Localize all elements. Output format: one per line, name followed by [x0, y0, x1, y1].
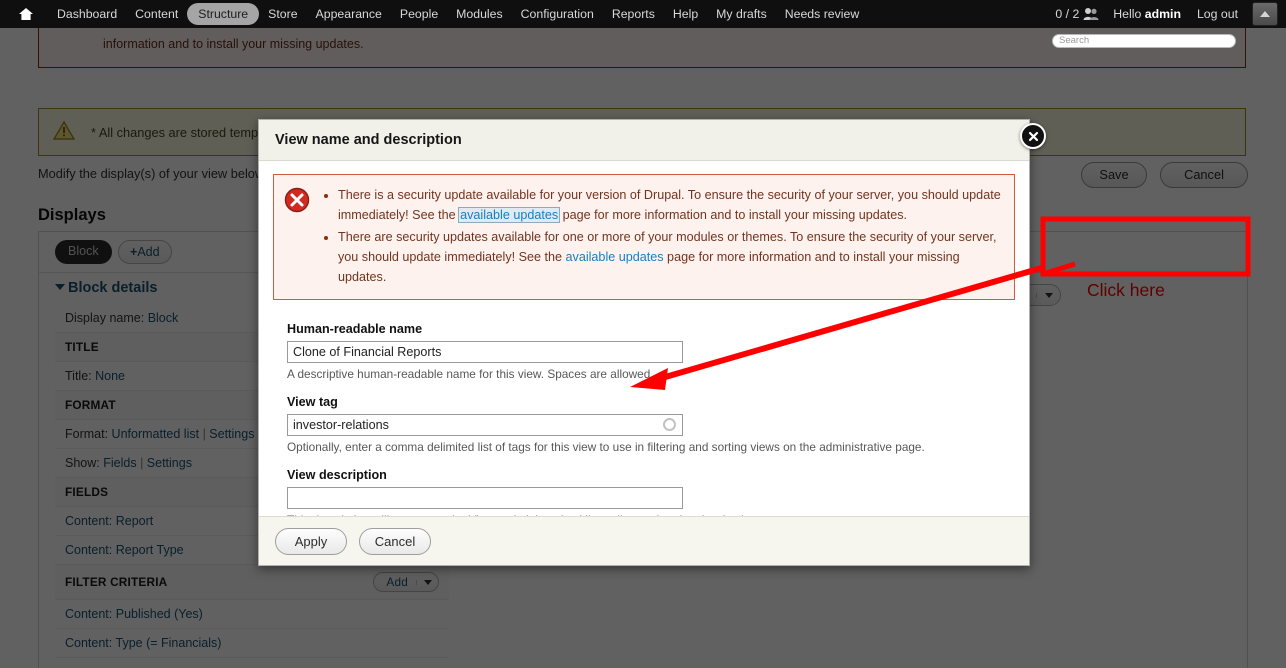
home-icon[interactable]	[18, 6, 34, 22]
close-icon[interactable]	[1020, 123, 1046, 149]
greeting: Hello admin	[1113, 7, 1181, 21]
admin-toolbar: Dashboard Content Structure Store Appear…	[0, 0, 1286, 28]
view-name-description-modal: View name and description The	[258, 119, 1046, 566]
username: admin	[1144, 7, 1181, 21]
human-readable-name-label: Human-readable name	[287, 322, 423, 336]
greeting-prefix: Hello	[1113, 7, 1145, 21]
toolbar-link-dashboard[interactable]: Dashboard	[48, 3, 126, 25]
screen-root: information and to install your missing …	[0, 0, 1286, 668]
security-message-0: There is a security update available for…	[338, 185, 1002, 225]
error-circle-icon	[284, 185, 310, 289]
view-name-form: Human-readable name A descriptive human-…	[273, 300, 1015, 527]
human-readable-name-description: A descriptive human-readable name for th…	[287, 367, 651, 381]
view-description-label: View description	[287, 468, 387, 482]
collapse-triangle-icon	[1260, 11, 1270, 17]
toolbar-link-content[interactable]: Content	[126, 3, 187, 25]
view-description-input[interactable]	[287, 487, 683, 509]
modal-cancel-button[interactable]: Cancel	[359, 527, 431, 555]
toolbar-link-my-drafts[interactable]: My drafts	[707, 3, 776, 25]
toolbar-collapse-button[interactable]	[1252, 2, 1278, 26]
modal-title-text: View name and description	[275, 132, 462, 148]
view-tag-input[interactable]	[287, 414, 683, 436]
autocomplete-throbber-icon	[663, 418, 676, 431]
user-count: 0 / 2	[1055, 7, 1080, 21]
people-icon	[1083, 7, 1099, 21]
search-input[interactable]	[1052, 33, 1236, 48]
security-message-1: There are security updates available for…	[338, 227, 1002, 287]
search-box	[1052, 30, 1236, 48]
security-messages-box: There is a security update available for…	[273, 174, 1015, 300]
toolbar-link-reports[interactable]: Reports	[603, 3, 664, 25]
toolbar-right-section: 0 / 2 Hello admin Log out	[1055, 0, 1286, 28]
view-tag-group: View tag Optionally, enter a comma delim…	[287, 395, 1001, 454]
security-message-0-part-2: page for more information and to install…	[559, 208, 908, 222]
modal-footer: Apply Cancel	[259, 516, 1029, 565]
human-readable-name-group: Human-readable name A descriptive human-…	[287, 322, 1001, 381]
logout-link[interactable]: Log out	[1197, 7, 1238, 21]
toolbar-link-people[interactable]: People	[391, 3, 447, 25]
toolbar-link-configuration[interactable]: Configuration	[512, 3, 603, 25]
toolbar-link-appearance[interactable]: Appearance	[307, 3, 391, 25]
modal-body: There is a security update available for…	[259, 161, 1029, 527]
toolbar-link-structure[interactable]: Structure	[187, 3, 260, 25]
toolbar-link-help[interactable]: Help	[664, 3, 707, 25]
toolbar-link-modules[interactable]: Modules	[447, 3, 511, 25]
apply-button[interactable]: Apply	[275, 527, 347, 555]
modal-title-bar: View name and description	[259, 120, 1029, 161]
available-updates-link-focused[interactable]: available updates	[458, 207, 561, 223]
toolbar-link-needs-review[interactable]: Needs review	[776, 3, 869, 25]
available-updates-link[interactable]: available updates	[566, 250, 664, 264]
toolbar-link-store[interactable]: Store	[259, 3, 306, 25]
view-tag-description: Optionally, enter a comma delimited list…	[287, 440, 925, 454]
view-tag-label: View tag	[287, 395, 338, 409]
security-messages-list: There is a security update available for…	[320, 185, 1002, 289]
human-readable-name-input[interactable]	[287, 341, 683, 363]
